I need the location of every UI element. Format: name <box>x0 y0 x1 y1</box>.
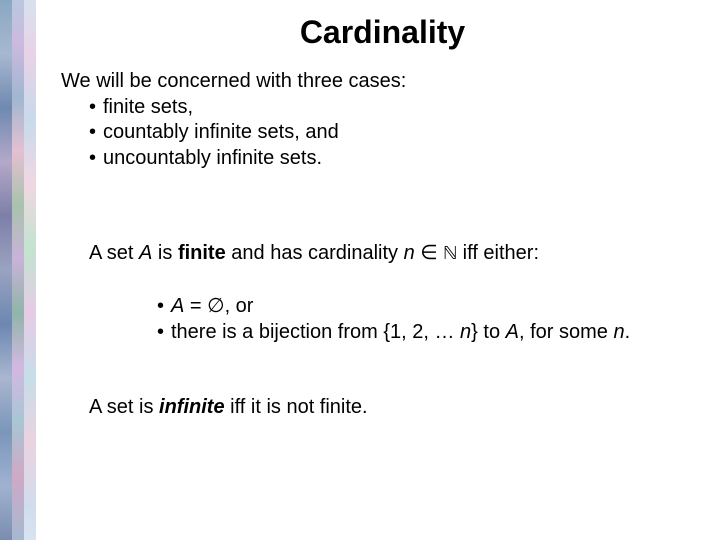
list-item: • countably infinite sets, and <box>89 120 710 146</box>
var-n: n <box>404 242 415 264</box>
text: , for some <box>519 321 613 343</box>
slide-title: Cardinality <box>55 14 710 51</box>
text: . <box>625 321 631 343</box>
bullet-text: A = ∅, or <box>171 294 710 320</box>
bullet-text: there is a bijection from {1, 2, … n} to… <box>171 320 710 346</box>
var-A: A <box>139 242 152 264</box>
var-n: n <box>613 321 624 343</box>
text: is <box>152 242 178 264</box>
empty-set-symbol: ∅ <box>207 295 224 317</box>
bullet-dot: • <box>157 294 171 320</box>
var-n: n <box>460 321 471 343</box>
text: , or <box>225 295 254 317</box>
text: iff it is not finite. <box>225 396 368 418</box>
sidebar-strip <box>24 0 36 540</box>
text: A set <box>89 242 139 264</box>
list-item: • finite sets, <box>89 95 710 121</box>
bullet-text: finite sets, <box>103 95 193 121</box>
bullet-text: uncountably infinite sets. <box>103 146 322 172</box>
var-A: A <box>171 295 184 317</box>
element-of: ∈ <box>415 242 444 264</box>
text: A set is <box>89 396 159 418</box>
text: iff either: <box>457 242 539 264</box>
decorative-sidebar <box>0 0 36 540</box>
intro-list: • finite sets, • countably infinite sets… <box>89 95 710 172</box>
sidebar-strip <box>0 0 12 540</box>
list-item: • A = ∅, or <box>157 294 710 320</box>
term-finite: finite <box>178 242 226 264</box>
text: } to <box>471 321 505 343</box>
bullet-dot: • <box>89 95 103 121</box>
var-A: A <box>506 321 519 343</box>
definition-infinite: A set is infinite iff it is not finite. <box>89 395 710 421</box>
bullet-dot: • <box>157 320 171 346</box>
bullet-dot: • <box>89 146 103 172</box>
intro-line: We will be concerned with three cases: <box>61 69 710 95</box>
sidebar-strip <box>12 0 24 540</box>
text: and has cardinality <box>226 242 404 264</box>
list-item: • there is a bijection from {1, 2, … n} … <box>157 320 710 346</box>
bullet-text: countably infinite sets, and <box>103 120 339 146</box>
bullet-dot: • <box>89 120 103 146</box>
slide-content: Cardinality We will be concerned with th… <box>55 0 710 540</box>
list-item: • uncountably infinite sets. <box>89 146 710 172</box>
text: = <box>184 295 207 317</box>
definition-list: • A = ∅, or • there is a bijection from … <box>157 294 710 345</box>
text: there is a bijection from {1, 2, … <box>171 321 460 343</box>
definition-finite: A set A is finite and has cardinality n … <box>89 241 710 345</box>
term-infinite: infinite <box>159 396 225 418</box>
naturals-symbol: ℕ <box>443 244 457 264</box>
